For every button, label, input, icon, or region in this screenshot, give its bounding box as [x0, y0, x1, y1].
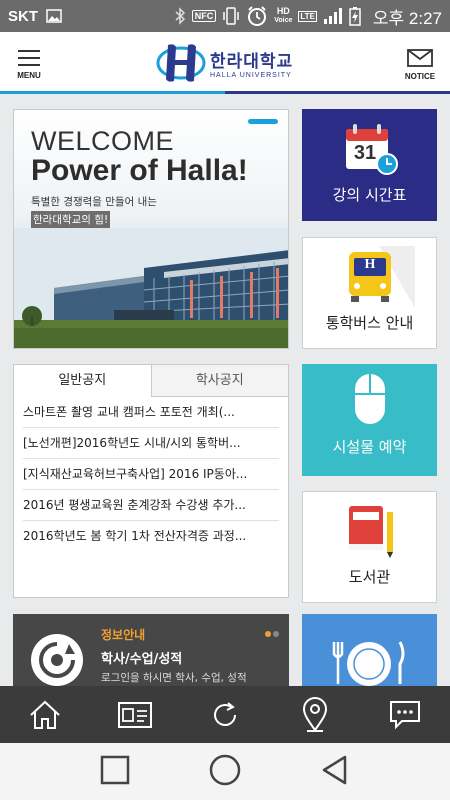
info-title: 정보안내 — [101, 628, 146, 642]
notice-item[interactable]: 스마트폰 촬영 교내 캠퍼스 포토전 개최(... — [23, 397, 279, 428]
hd-voice-badge: HD Voice — [274, 7, 292, 25]
id-card-icon — [118, 701, 152, 728]
home-circle-icon — [209, 754, 241, 785]
university-logo: 한라대학교 HALLA UNIVERSITY — [156, 41, 296, 85]
app-header: MENU 한라대학교 HALLA UNIVERSITY NOTICE — [0, 32, 450, 94]
notice-item[interactable]: 2016년 평생교육원 춘계강좌 수강생 추가... — [23, 490, 279, 521]
notice-panel: 일반공지 학사공지 스마트폰 촬영 교내 캠퍼스 포토전 개최(... [노선개… — [13, 364, 289, 598]
home-icon — [30, 700, 60, 729]
home-button[interactable] — [20, 690, 70, 740]
battery-charging-icon — [349, 7, 361, 26]
info-pager-dots — [263, 622, 279, 641]
refresh-button[interactable] — [200, 690, 250, 740]
shuttle-bus-tile[interactable]: H 통학버스 안내 — [302, 237, 437, 349]
schedule-label: 강의 시간표 — [332, 186, 407, 204]
shuttle-bus-label: 통학버스 안내 — [325, 314, 414, 332]
logo-korean: 한라대학교 — [210, 52, 294, 72]
clock: 오후 2:27 — [372, 8, 442, 28]
signal-icon — [323, 8, 342, 24]
chat-button[interactable] — [380, 690, 430, 740]
notice-tabs: 일반공지 학사공지 — [14, 365, 288, 397]
book-icon — [349, 506, 393, 558]
location-pin-icon — [302, 696, 328, 732]
info-panel[interactable]: 정보안내 학사/수업/성적 로그인을 하시면 학사, 수업, 성적 — [13, 614, 289, 686]
notice-list: 스마트폰 촬영 교내 캠퍼스 포토전 개최(... [노선개편]2016학년도 … — [14, 397, 288, 552]
logo-english: HALLA UNIVERSITY — [210, 72, 292, 79]
info-description: 로그인을 하시면 학사, 수업, 성적 — [101, 672, 247, 684]
tab-academic-notice[interactable]: 학사공지 — [150, 365, 288, 397]
library-tile[interactable]: 도서관 — [302, 491, 437, 603]
mouse-icon — [355, 374, 385, 424]
welcome-banner[interactable]: WELCOME Power of Halla! 특별한 경쟁력을 만들어 내는 … — [13, 109, 289, 349]
schedule-tile[interactable]: 31 강의 시간표 — [302, 109, 437, 221]
cafeteria-tile[interactable] — [302, 614, 437, 686]
banner-tagline-highlight: 한라대학교의 힘! — [31, 211, 111, 228]
system-nav-bar — [0, 743, 450, 800]
main-content[interactable]: WELCOME Power of Halla! 특별한 경쟁력을 만들어 내는 … — [0, 94, 450, 686]
academic-info-icon — [31, 634, 83, 686]
lte-badge: LTE — [298, 10, 317, 22]
system-home-button[interactable] — [208, 753, 242, 791]
voice-label: Voice — [274, 17, 293, 24]
hamburger-icon — [12, 50, 46, 66]
carrier-name: SKT — [8, 7, 38, 25]
library-label: 도서관 — [348, 568, 391, 586]
bluetooth-icon — [175, 7, 185, 25]
bus-logo-mark: H — [364, 257, 376, 272]
chat-icon — [390, 700, 420, 729]
meal-icon — [332, 641, 405, 686]
halla-h-logo-icon — [156, 44, 206, 82]
tab-general-notice[interactable]: 일반공지 — [14, 365, 151, 397]
envelope-icon — [407, 49, 433, 67]
banner-welcome: WELCOME — [31, 126, 175, 156]
gallery-icon — [46, 9, 62, 23]
facility-reservation-label: 시설물 예약 — [332, 438, 407, 456]
recent-apps-button[interactable] — [99, 754, 131, 790]
bottom-toolbar — [0, 686, 450, 743]
vibrate-icon — [223, 7, 239, 25]
status-bar: SKT NFC HD Voice LTE 오후 2:27 — [0, 0, 450, 32]
campus-map-button[interactable] — [290, 690, 340, 740]
refresh-icon — [214, 701, 236, 726]
back-icon — [323, 755, 347, 784]
back-button[interactable] — [319, 754, 351, 790]
menu-label: MENU — [17, 71, 41, 80]
info-subtitle: 학사/수업/성적 — [101, 652, 183, 667]
banner-tagline: 특별한 경쟁력을 만들어 내는 — [31, 196, 157, 208]
campus-building-image — [14, 228, 288, 348]
alarm-icon — [248, 6, 267, 26]
notice-item[interactable]: [노선개편]2016학년도 시내/시외 통학버... — [23, 428, 279, 459]
nfc-badge: NFC — [191, 10, 217, 22]
bus-icon — [349, 246, 415, 308]
recent-apps-icon — [100, 755, 129, 784]
facility-reservation-tile[interactable]: 시설물 예약 — [302, 364, 437, 476]
notice-item[interactable]: 2016학년도 봄 학기 1차 전산자격증 과정... — [23, 521, 279, 552]
menu-button[interactable]: MENU — [12, 50, 46, 90]
banner-headline: Power of Halla! — [31, 154, 248, 187]
hd-label: HD — [276, 6, 290, 16]
notice-item[interactable]: [지식재산교육허브구축사업] 2016 IP동아... — [23, 459, 279, 490]
calendar-day: 31 — [353, 142, 377, 164]
notice-label: NOTICE — [404, 72, 436, 81]
notice-button[interactable]: NOTICE — [402, 48, 438, 90]
banner-pager-indicator — [248, 119, 278, 124]
student-id-button[interactable] — [110, 690, 160, 740]
